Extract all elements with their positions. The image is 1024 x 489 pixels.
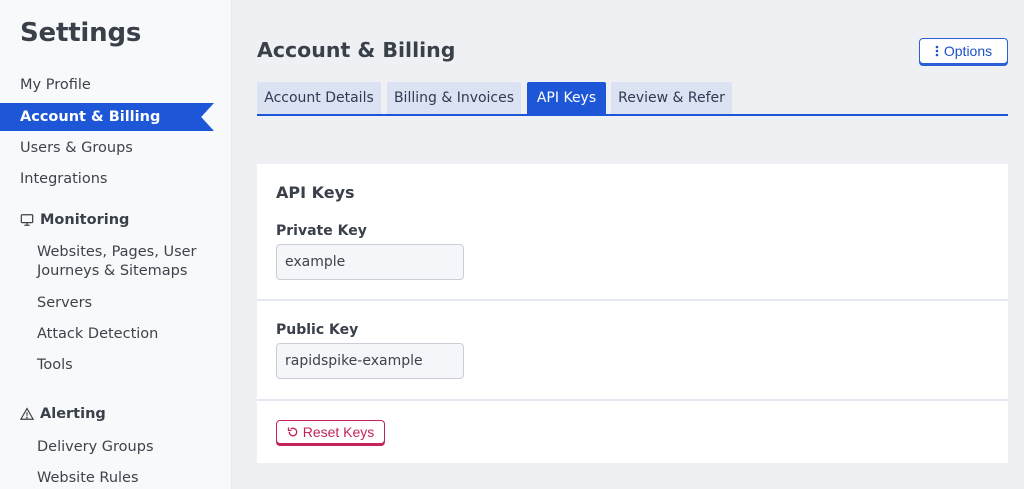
tab-account-details[interactable]: Account Details: [257, 82, 381, 114]
sidebar-item-website-rules[interactable]: Website Rules: [37, 469, 139, 488]
card-heading: API Keys: [276, 183, 355, 202]
public-key-section: Public Key: [257, 301, 1008, 401]
sidebar-group-alerting: Alerting: [20, 406, 106, 422]
sidebar-item-users-groups[interactable]: Users & Groups: [20, 140, 133, 156]
private-key-section: API Keys Private Key: [257, 164, 1008, 301]
warning-triangle-icon: [20, 407, 34, 420]
tab-billing-invoices[interactable]: Billing & Invoices: [387, 82, 521, 114]
websites-label-line1: Websites, Pages, User: [37, 244, 197, 260]
sidebar-item-my-profile[interactable]: My Profile: [20, 77, 91, 93]
api-keys-card: API Keys Private Key Public Key Reset Ke…: [257, 164, 1008, 463]
vertical-ellipsis-icon: [935, 45, 939, 57]
reset-keys-button[interactable]: Reset Keys: [276, 420, 385, 444]
public-key-label: Public Key: [276, 322, 359, 338]
options-label: Options: [943, 43, 993, 59]
sidebar-group-monitoring: Monitoring: [20, 212, 129, 228]
websites-label-line2: Journeys & Sitemaps: [37, 263, 188, 279]
tab-review-refer[interactable]: Review & Refer: [611, 82, 732, 114]
tab-api-keys[interactable]: API Keys: [527, 82, 606, 114]
public-key-input[interactable]: [276, 343, 464, 379]
private-key-label: Private Key: [276, 223, 367, 239]
private-key-input[interactable]: [276, 244, 464, 280]
sidebar-title: Settings: [20, 18, 142, 48]
sidebar-item-delivery-groups[interactable]: Delivery Groups: [37, 438, 154, 457]
sidebar-item-integrations[interactable]: Integrations: [20, 171, 107, 187]
settings-sidebar: Settings My Profile Account & Billing Us…: [0, 0, 232, 489]
sidebar-item-tools[interactable]: Tools: [37, 356, 73, 375]
monitoring-label: Monitoring: [40, 212, 130, 228]
sidebar-item-attack-detection[interactable]: Attack Detection: [37, 325, 158, 344]
page-title: Account & Billing: [257, 38, 456, 62]
sidebar-item-account-billing[interactable]: Account & Billing: [0, 103, 214, 131]
alerting-label: Alerting: [40, 406, 106, 422]
sidebar-item-servers[interactable]: Servers: [37, 294, 92, 313]
rotate-ccw-icon: [287, 427, 298, 437]
sidebar-item-websites[interactable]: Websites, Pages, User Journeys & Sitemap…: [37, 243, 197, 281]
monitor-icon: [20, 214, 34, 226]
options-button[interactable]: Options: [919, 38, 1008, 64]
reset-keys-label: Reset Keys: [302, 424, 375, 440]
tab-bar: Account Details Billing & Invoices API K…: [257, 82, 1008, 116]
